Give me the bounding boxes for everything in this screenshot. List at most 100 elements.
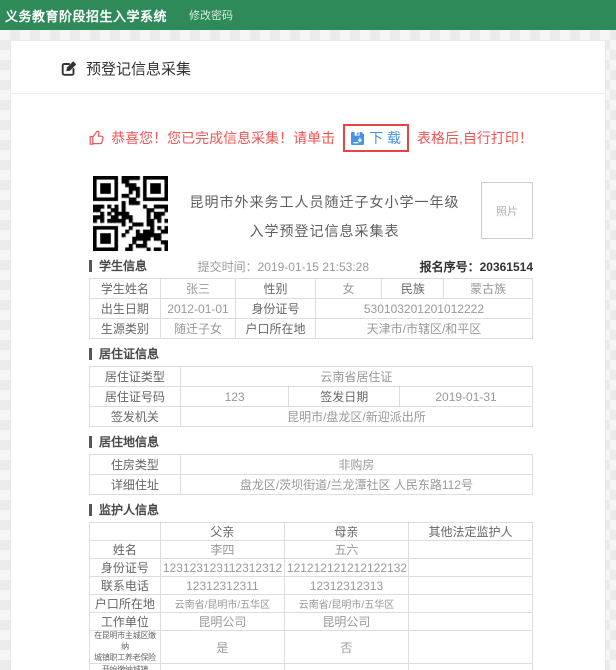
form-head: 昆明市外来务工人员随迁子女小学一年级 入学预登记信息采集表 照片 [89, 176, 533, 251]
table-row: 住房类型 非购房 [89, 454, 534, 475]
table-row: 父亲 母亲 其他法定监护人 [89, 522, 534, 541]
section-student: 学生信息 提交时间：2019-01-15 21:53:28 报名序号：20361… [89, 259, 534, 339]
cell: 12312312313 [283, 576, 409, 595]
page-title: 预登记信息采集 [86, 61, 192, 78]
cell: 身份证号 [89, 558, 161, 577]
table-row: 联系电话 12312312311 12312312313 [89, 576, 534, 595]
cell: 生源类别 [89, 318, 161, 339]
download-label: 下 载 [369, 130, 401, 146]
card-body: 恭喜您！您已完成信息采集！请单击 下 载 表格后,自行打印！ 昆明市外来务工人员… [11, 124, 605, 670]
cell: 530103201201012222 [314, 298, 534, 319]
table-row: 居住证类型 云南省居住证 [89, 366, 534, 387]
download-button[interactable]: 下 载 [343, 124, 409, 152]
cell: 性别 [235, 278, 316, 299]
cell: 云南省/昆明市/五华区 [159, 594, 285, 613]
cell: 工作单位 [89, 612, 161, 631]
cell: 户口所在地 [235, 318, 316, 339]
submit-time: 提交时间：2019-01-15 21:53:28 [197, 259, 370, 274]
cell [407, 558, 534, 577]
cell: 随迁子女 [159, 318, 237, 339]
cell [407, 540, 534, 559]
table-row: 姓名 李四 五六 [89, 540, 534, 559]
cell: 联系电话 [89, 576, 161, 595]
cell: 详细住址 [89, 474, 181, 495]
cell [407, 663, 534, 670]
section-residence: 居住地信息 住房类型 非购房 详细住址 盘龙区/茨坝街道/兰龙潭社区 人民东路1… [89, 435, 534, 495]
cell: 签发机关 [89, 406, 181, 427]
cell: 住房类型 [89, 454, 181, 475]
cell [89, 522, 161, 541]
cell [407, 576, 534, 595]
cell: 身份证号 [235, 298, 316, 319]
cell: 123123123112312312 [159, 558, 285, 577]
section-title-residence: 居住地信息 [89, 436, 159, 448]
table-row: 在昆明市主城区缴纳 城镇职工养老保险 是 否 [89, 629, 534, 665]
cell: 云南省/昆明市/五华区 [283, 594, 409, 613]
cell: 121212121212122132 [283, 558, 409, 577]
cell: 居住证号码 [89, 386, 181, 407]
notice-text-prefix: 恭喜您！您已完成信息采集！请单击 [111, 130, 336, 146]
table-row: 户口所在地 云南省/昆明市/五华区 云南省/昆明市/五华区 [89, 594, 534, 613]
cell: 非购房 [179, 454, 534, 475]
cell: 民族 [381, 278, 445, 299]
cell [407, 594, 534, 613]
cell: 学生姓名 [89, 278, 161, 299]
notice-text-suffix: 表格后,自行打印！ [417, 130, 533, 146]
cell: 其他法定监护人 [407, 522, 534, 541]
form-title-line1: 昆明市外来务工人员随迁子女小学一年级 [189, 194, 460, 210]
table-row: 签发机关 昆明市/盘龙区/新迎派出所 [89, 406, 534, 427]
cell: 123 [179, 386, 290, 407]
cell: 户口所在地 [89, 594, 161, 613]
table-row: 居住证号码 123 签发日期 2019-01-31 [89, 386, 533, 407]
table-row: 生源类别 随迁子女 户口所在地 天津市/市辖区/和平区 [89, 318, 534, 339]
cell: 盘龙区/茨坝街道/兰龙潭社区 人民东路112号 [179, 474, 534, 495]
card-header: 预登记信息采集 [11, 41, 605, 94]
section-guardian: 监护人信息 父亲 母亲 其他法定监护人 姓名 李四 五六 身份证号 123123… [89, 503, 534, 670]
save-icon [350, 131, 365, 146]
section-title-guardian: 监护人信息 [89, 504, 159, 516]
residence-table: 住房类型 非购房 详细住址 盘龙区/茨坝街道/兰龙潭社区 人民东路112号 [89, 454, 534, 495]
cell: 姓名 [89, 540, 161, 559]
edit-icon [61, 60, 78, 77]
cell [283, 663, 409, 670]
section-title-student: 学生信息 [89, 260, 147, 272]
cell: 在昆明市主城区缴纳 城镇职工养老保险 [89, 629, 161, 665]
student-table: 学生姓名 张三 性别 女 民族 蒙古族 出生日期 2012-01-01 身份证号… [89, 278, 534, 339]
table-row: 详细住址 盘龙区/茨坝街道/兰龙潭社区 人民东路112号 [89, 474, 534, 495]
main-card: 预登记信息采集 恭喜您！您已完成信息采集！请单击 下 载 表格后,自行打印！ 昆… [10, 40, 606, 670]
guardian-table: 父亲 母亲 其他法定监护人 姓名 李四 五六 身份证号 123123123112… [89, 522, 534, 670]
cell: 是 [159, 629, 285, 665]
cell: 女 [314, 278, 383, 299]
table-row: 开始缴纳城镇 职工养老保险时间 2018-01-23 [89, 663, 534, 670]
thumbs-up-icon [89, 130, 105, 146]
photo-placeholder: 照片 [481, 182, 533, 239]
cell [407, 629, 534, 665]
cell: 否 [283, 629, 409, 665]
cell: 云南省居住证 [179, 366, 534, 387]
cell: 五六 [283, 540, 409, 559]
qr-code [93, 176, 168, 251]
cell: 居住证类型 [89, 366, 181, 387]
cell: 李四 [159, 540, 285, 559]
cell: 母亲 [283, 522, 409, 541]
cell: 父亲 [159, 522, 285, 541]
cell: 开始缴纳城镇 职工养老保险时间 [89, 663, 161, 670]
table-row: 身份证号 123123123112312312 1212121212121221… [89, 558, 534, 577]
table-row: 出生日期 2012-01-01 身份证号 530103201201012222 [89, 298, 534, 319]
success-notice: 恭喜您！您已完成信息采集！请单击 下 载 表格后,自行打印！ [89, 124, 533, 152]
topbar: 义务教育阶段招生入学系统 修改密码 [0, 0, 616, 30]
table-row: 学生姓名 张三 性别 女 民族 蒙古族 [89, 278, 533, 299]
cell: 2012-01-01 [159, 298, 237, 319]
cell: 昆明公司 [283, 612, 409, 631]
cell: 昆明市/盘龙区/新迎派出所 [179, 406, 534, 427]
form-title: 昆明市外来务工人员随迁子女小学一年级 入学预登记信息采集表 [168, 176, 481, 246]
cell: 昆明公司 [159, 612, 285, 631]
cell: 12312312311 [159, 576, 285, 595]
section-permit: 居住证信息 居住证类型 云南省居住证 居住证号码 123 签发日期 2019-0… [89, 347, 534, 427]
cell: 签发日期 [288, 386, 401, 407]
cell: 张三 [159, 278, 237, 299]
app-title: 义务教育阶段招生入学系统 [5, 8, 168, 24]
cell: 2019-01-31 [399, 386, 533, 407]
change-password-link[interactable]: 修改密码 [189, 7, 233, 23]
section-title-permit: 居住证信息 [89, 348, 159, 360]
